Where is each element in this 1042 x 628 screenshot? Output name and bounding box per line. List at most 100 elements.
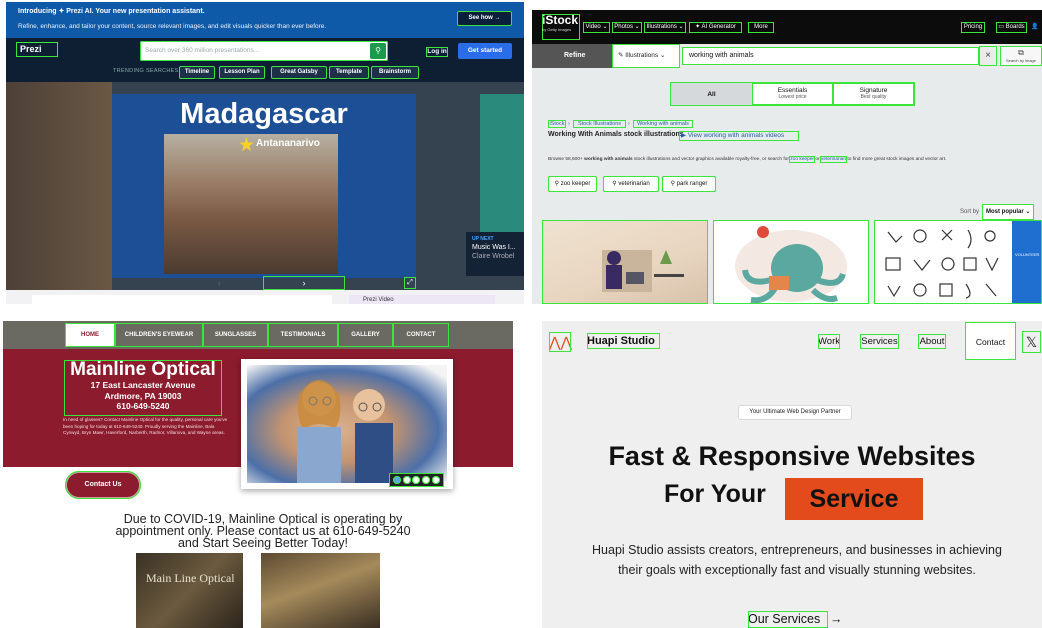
page-title: Working With Animals stock illustrations [548,131,684,138]
segment-essentials[interactable]: Essentials Lowest price [752,83,833,105]
prev-slide-button[interactable]: ‹ [218,278,221,288]
segment-signature[interactable]: Signature Best quality [833,83,914,105]
breadcrumb-separator: › [568,121,570,127]
breadcrumb-istock[interactable]: iStock [548,120,566,128]
x-icon[interactable]: 𝕏 [1022,331,1041,353]
slide-dot[interactable] [412,476,421,484]
contact-us-button[interactable]: Contact Us [65,471,141,499]
svg-text:VOLUNTEER: VOLUNTEER [1015,252,1040,257]
search-input[interactable]: Search over 360 million presentations...… [140,41,388,61]
search-icon: ⚲ [612,181,617,187]
prezi-logo[interactable]: Prezi [16,42,58,57]
sort-value: Most popular [986,209,1024,215]
covid-line: and Start Seeing Better Today! [177,536,349,550]
pricing-link[interactable]: Pricing [961,22,985,33]
sort-label: Sort by [960,209,980,215]
result-thumbnail[interactable] [542,220,708,304]
nav-home[interactable]: HOME [65,323,115,347]
boards-link[interactable]: ▭ Boards [996,22,1027,33]
search-by-image-button[interactable]: ⧉ Search by image [1000,46,1042,66]
trending-chip[interactable]: Brainstorm [371,66,419,79]
children-photo [247,365,447,483]
veterinarian-link[interactable]: veterinarian [819,156,848,163]
up-next-card[interactable]: UP NEXT Music Was I... Claire Wrobel [466,232,524,276]
nav-gallery[interactable]: GALLERY [338,323,393,347]
covid-notice: Due to COVID-19, Mainline Optical is ope… [103,513,423,550]
result-thumbnail[interactable]: VOLUNTEER [874,220,1042,304]
menu-photos[interactable]: Photos ⌄ [612,22,642,33]
login-link[interactable]: Log in [426,47,448,57]
video-link[interactable]: ▶ View working with animals videos [679,131,799,141]
nav-childrens-eyewear[interactable]: CHILDREN'S EYEWEAR [115,323,203,347]
slide-dot[interactable] [402,476,411,484]
chevron-down-icon: ⌄ [1025,209,1031,215]
result-thumbnail[interactable] [713,220,869,304]
nav-about[interactable]: About [918,334,946,349]
business-name: Mainline Optical [70,359,216,380]
trending-chip[interactable]: Great Gatsby [271,66,327,79]
slide-dot[interactable] [422,476,431,484]
menu-more[interactable]: More [748,22,774,33]
nav-work[interactable]: Work [818,334,840,349]
nav-services[interactable]: Services [860,334,899,349]
nav-contact[interactable]: CONTACT [393,323,449,347]
related-label: park ranger [676,181,708,187]
mountain-logo-icon[interactable]: ⋀⋀ [549,332,572,352]
istock-logo-sub: by Getty Images [542,27,572,32]
user-icon[interactable]: 👤 [1030,22,1040,33]
segment-label: Signature [859,87,888,94]
slideshow-dots [389,473,444,487]
sparkle-icon: ✦ [695,24,701,30]
desc-or: or [815,157,820,162]
istock-logo[interactable]: iStock by Getty Images [542,14,580,40]
related-chip[interactable]: ⚲ zoo keeper [548,176,597,192]
menu-ai-generator[interactable]: ✦ AI Generator [689,22,742,33]
nav-sunglasses[interactable]: SUNGLASSES [203,323,268,347]
slideshow [241,359,453,489]
search-icon: ⚲ [554,181,560,187]
bottom-strip: Prezi Video [6,290,524,304]
desc-bold: working with animals [584,157,633,162]
search-icon[interactable]: ⚲ [370,43,386,59]
address-line-2: Ardmore, PA 19003 [104,390,182,401]
trending-chip[interactable]: Timeline [179,66,215,79]
zoo-keeper-link[interactable]: zoo keeper [789,156,815,163]
clear-icon[interactable]: × [979,46,997,66]
results-area: All Essentials Lowest price Signature Best… [532,68,1042,304]
related-chip[interactable]: ⚲ veterinarian [603,176,659,192]
segment-all[interactable]: All [671,83,752,105]
breadcrumb-current[interactable]: Working with animals [633,120,693,128]
tagline-badge: Your Ultimate Web Design Partner [738,405,852,420]
prezi-video-card[interactable]: Prezi Video [349,295,495,304]
results-description: Browse 58,600+ working with animals stoc… [548,156,1028,163]
menu-label: Illustrations [646,24,677,30]
istock-panel: iStock by Getty Images Video ⌄ Photos ⌄ … [532,10,1042,304]
fullscreen-icon[interactable]: ⤢ [404,277,416,289]
next-slide-button[interactable]: › [263,276,345,290]
business-info: Mainline Optical 17 East Lancaster Avenu… [64,360,222,416]
get-started-button[interactable]: Get started [458,43,512,59]
nav-testimonials[interactable]: TESTIMONIALS [268,323,338,347]
asset-type-select[interactable]: ✎ Illustrations ⌄ [612,44,680,68]
refine-button[interactable]: Refine [532,44,612,68]
address-line-1: 17 East Lancaster Avenue [90,380,196,390]
menu-video[interactable]: Video ⌄ [583,22,610,33]
search-input[interactable]: working with animals [682,47,979,65]
trending-chip[interactable]: Lesson Plan [219,66,265,79]
brand-name[interactable]: Huapi Studio [587,333,660,349]
search-bar: Refine ✎ Illustrations ⌄ working with an… [532,44,1042,68]
contact-button[interactable]: Contact [965,322,1016,360]
slide-dot[interactable] [392,476,401,484]
sort-select[interactable]: Most popular ⌄ [982,204,1034,220]
breadcrumb-stock-illustrations[interactable]: Stock Illustrations [573,120,626,128]
slide-dot[interactable] [432,476,441,484]
see-how-button[interactable]: See how → [457,11,512,26]
menu-illustrations[interactable]: Illustrations ⌄ [644,22,686,33]
trending-chip[interactable]: Template [329,66,369,79]
license-toggle[interactable]: All Essentials Lowest price Signature Best… [670,82,915,106]
our-services-link[interactable]: Our Services [748,611,828,628]
asset-type-label: Illustrations [625,52,659,59]
related-chip[interactable]: ⚲ park ranger [662,176,716,192]
segment-label: Essentials [777,87,808,94]
presentation-slide[interactable]: Madagascar ★ Antananarivo [112,94,416,278]
